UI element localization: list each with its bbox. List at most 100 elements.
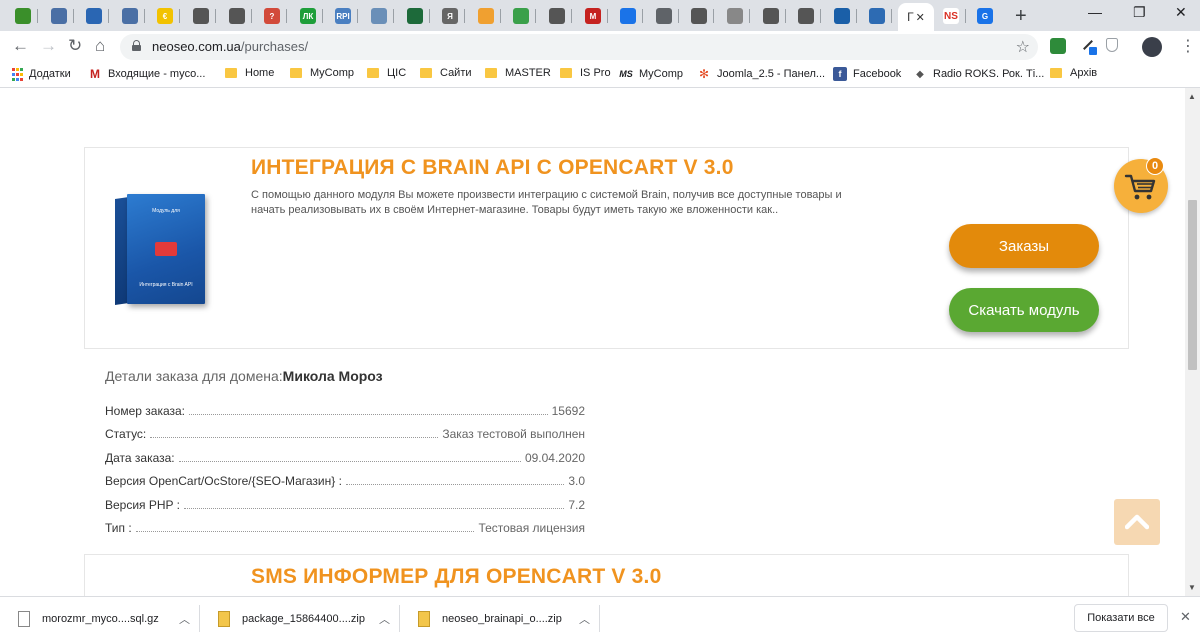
page-scrollbar[interactable]: ▲ ▼ (1185, 88, 1200, 596)
tab-active[interactable]: Г ✕ (898, 3, 934, 31)
detail-row-order-date: Дата заказа: 09.04.2020 (105, 447, 585, 465)
forward-icon[interactable]: → (40, 36, 57, 56)
scrollbar-thumb[interactable] (1188, 200, 1197, 370)
browser-menu-icon[interactable]: ⋮ (1180, 36, 1196, 56)
scroll-to-top-button[interactable] (1114, 499, 1160, 545)
browser-tab[interactable] (400, 4, 430, 28)
bookmark-folder-mycomp[interactable]: MyComp (290, 67, 354, 79)
product-card-sms-informer: SMS ИНФОРМЕР ДЛЯ OPENCART V 3.0 (84, 554, 1129, 596)
detail-row-opencart-version: Версия OpenCart/OcStore/{SEO-Магазин} : 3… (105, 470, 585, 488)
browser-tab[interactable]: M (578, 4, 608, 28)
browser-tab[interactable]: ЛК (293, 4, 323, 28)
download-item[interactable]: package_15864400....zip ︿ (200, 597, 400, 640)
minimize-icon[interactable]: — (1088, 4, 1102, 20)
bookmark-folder-home[interactable]: Home (225, 67, 274, 79)
shield-extension-icon[interactable] (1106, 38, 1118, 52)
url-text[interactable]: neoseo.com.ua/purchases/ (152, 39, 308, 54)
folder-icon (420, 68, 432, 78)
browser-tab[interactable] (471, 4, 501, 28)
cart-count-badge: 0 (1146, 157, 1164, 175)
bookmark-folder-sites[interactable]: Сайти (420, 67, 472, 79)
detail-key: Тип : (105, 521, 132, 535)
order-details-label: Детали заказа для домена: (105, 368, 283, 384)
tab-favicon-icon: Я (442, 8, 458, 24)
browser-tab[interactable] (613, 4, 643, 28)
new-tab-button[interactable]: + (1015, 5, 1027, 28)
orders-button[interactable]: Заказы (949, 224, 1099, 268)
home-icon[interactable]: ⌂ (95, 36, 105, 56)
browser-tab[interactable]: RPI (328, 4, 358, 28)
bookmark-folder-cis[interactable]: ЦІС (367, 67, 406, 79)
bookmark-apps[interactable]: Додатки (12, 67, 71, 81)
cart-button[interactable]: 0 (1114, 157, 1168, 213)
bookmark-folder-master[interactable]: MASTER (485, 67, 551, 79)
tab-ns[interactable]: NS (936, 4, 966, 28)
address-bar[interactable]: neoseo.com.ua/purchases/ ☆ (120, 34, 1038, 60)
chevron-up-icon[interactable]: ︿ (179, 611, 190, 627)
close-tab-icon[interactable]: ✕ (916, 11, 925, 24)
browser-tab[interactable]: Я (435, 4, 465, 28)
bookmark-folder-ispro[interactable]: IS Pro (560, 67, 611, 79)
tab-favicon-icon (15, 8, 31, 24)
browser-tab[interactable] (862, 4, 892, 28)
browser-tab[interactable] (186, 4, 216, 28)
browser-toolbar: ← → ↻ ⌂ neoseo.com.ua/purchases/ ☆ ⋮ (0, 31, 1200, 61)
bookmark-joomla[interactable]: ✻ Joomla_2.5 - Панел... (697, 67, 825, 81)
cart-icon (1124, 174, 1156, 200)
chevron-up-icon[interactable]: ︿ (579, 611, 590, 627)
back-icon[interactable]: ← (12, 36, 29, 56)
browser-tab[interactable]: € (150, 4, 180, 28)
browser-tab[interactable] (364, 4, 394, 28)
bookmark-label: Radio ROKS. Рок. Ті... (933, 68, 1045, 80)
chevron-up-icon (1125, 514, 1149, 530)
product-title[interactable]: ИНТЕГРАЦИЯ С BRAIN API С OPENCART V 3.0 (251, 156, 734, 180)
bookmark-gmail[interactable]: M Входящие - myco... (88, 67, 205, 81)
detail-row-order-number: Номер заказа: 15692 (105, 400, 585, 418)
extension-icon-2[interactable] (1080, 38, 1097, 55)
tab-active-label: Г (907, 10, 914, 24)
bookmark-folder-archive[interactable]: Архів (1050, 67, 1097, 79)
close-shelf-icon[interactable]: ✕ (1180, 609, 1191, 625)
browser-tab[interactable] (115, 4, 145, 28)
browser-tab[interactable]: ? (257, 4, 287, 28)
close-window-icon[interactable]: ✕ (1175, 4, 1187, 21)
tab-favicon-icon (549, 8, 565, 24)
scroll-up-arrow-icon[interactable]: ▲ (1188, 92, 1196, 101)
browser-tab[interactable] (8, 4, 38, 28)
extension-icon-1[interactable] (1050, 38, 1066, 54)
browser-tab[interactable] (222, 4, 252, 28)
browser-tab[interactable] (649, 4, 679, 28)
maximize-icon[interactable]: ❐ (1133, 4, 1146, 21)
browser-tab[interactable] (506, 4, 536, 28)
chevron-up-icon[interactable]: ︿ (379, 611, 390, 627)
reload-icon[interactable]: ↻ (68, 36, 82, 56)
page-content: Модуль для Интеграция с Brain API ИНТЕГР… (0, 88, 1185, 596)
bookmark-radio[interactable]: ◆ Radio ROKS. Рок. Ті... (913, 67, 1044, 81)
bookmark-label: Home (245, 67, 275, 79)
browser-tab[interactable] (44, 4, 74, 28)
profile-avatar[interactable] (1142, 37, 1162, 57)
bookmark-ms-mycomp[interactable]: MS MyComp (619, 67, 683, 81)
tab-translate[interactable]: G (970, 4, 1000, 28)
show-all-downloads-button[interactable]: Показати все (1074, 604, 1168, 632)
detail-value: 09.04.2020 (524, 451, 585, 465)
detail-key: Статус: (105, 427, 147, 441)
browser-tab[interactable] (79, 4, 109, 28)
bookmark-star-icon[interactable]: ☆ (1016, 37, 1030, 57)
browser-tab[interactable] (827, 4, 857, 28)
product-title[interactable]: SMS ИНФОРМЕР ДЛЯ OPENCART V 3.0 (251, 565, 661, 589)
bookmark-label: MASTER (505, 67, 551, 79)
download-item[interactable]: morozmr_myco....sql.gz ︿ (0, 597, 200, 640)
download-item[interactable]: neoseo_brainapi_o....zip ︿ (400, 597, 600, 640)
bookmark-facebook[interactable]: f Facebook (833, 67, 901, 81)
download-module-button[interactable]: Скачать модуль (949, 288, 1099, 332)
detail-key: Версия PHP : (105, 498, 181, 512)
tab-translate-favicon: G (977, 8, 993, 24)
bookmark-label: IS Pro (580, 67, 611, 79)
browser-tab[interactable] (684, 4, 714, 28)
browser-tab[interactable] (791, 4, 821, 28)
browser-tab[interactable] (756, 4, 786, 28)
browser-tab[interactable] (720, 4, 750, 28)
browser-tab[interactable] (542, 4, 572, 28)
scroll-down-arrow-icon[interactable]: ▼ (1188, 583, 1196, 592)
